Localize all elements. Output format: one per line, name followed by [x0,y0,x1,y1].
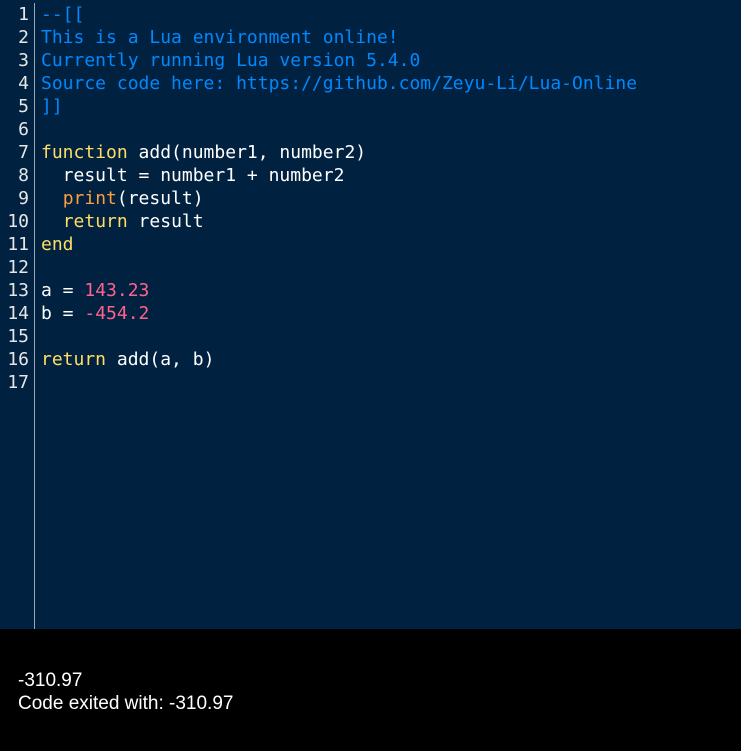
line-number: 6 [18,119,29,140]
code-line[interactable]: ]] [41,95,741,118]
code-line[interactable]: This is a Lua environment online! [41,26,741,49]
console-output-line: Code exited with: -310.97 [18,693,234,714]
code-token-keyword: function [41,142,128,163]
line-number: 1 [18,4,29,25]
code-token-keyword: return [41,349,107,370]
line-number: 14 [7,303,29,324]
code-line[interactable]: end [41,233,741,256]
code-line[interactable] [41,371,741,394]
code-area[interactable]: --[[This is a Lua environment online! Cur… [41,3,741,394]
code-token-plain: b = [41,303,85,324]
code-token-plain: result [127,211,204,232]
line-number: 9 [18,188,29,209]
code-token-comment: --[[ [41,4,85,25]
code-line[interactable]: result = number1 + number2 [41,164,741,187]
line-number: 4 [18,73,29,94]
output-console: -310.97 Code exited with: -310.97 [0,629,741,751]
code-line[interactable] [41,325,741,348]
console-output-line: -310.97 [18,670,83,691]
line-number: 15 [7,326,29,347]
line-number: 12 [7,257,29,278]
code-token-comment: ]] [41,96,63,117]
code-line[interactable]: return result [41,210,741,233]
code-token-number: -454.2 [84,303,150,324]
code-token-plain: a = [41,280,85,301]
line-number: 2 [18,27,29,48]
code-line[interactable]: return add(a, b) [41,348,741,371]
line-number: 7 [18,142,29,163]
line-number: 13 [7,280,29,301]
code-line[interactable]: --[[ [41,3,741,26]
code-token-comment: Currently running Lua version 5.4.0 [41,50,421,71]
line-number: 11 [7,234,29,255]
line-number-gutter: 1 2 3 4 5 6 7 8 9 10 11 12 13 14 15 16 17 [0,3,35,629]
code-line[interactable]: a = 143.23 [41,279,741,302]
code-line[interactable]: b = -454.2 [41,302,741,325]
line-number: 3 [18,50,29,71]
code-token-number: 143.23 [84,280,150,301]
code-token-keyword: return [62,211,128,232]
code-token-plain: add(a, b) [106,349,215,370]
line-number: 17 [7,372,29,393]
code-line[interactable] [41,118,741,141]
code-line[interactable]: Currently running Lua version 5.4.0 [41,49,741,72]
code-token-comment: This is a Lua environment online! [41,27,399,48]
line-number: 10 [7,211,29,232]
code-editor[interactable]: 1 2 3 4 5 6 7 8 9 10 11 12 13 14 15 16 17 --[[This is a … [0,0,741,629]
line-number: 8 [18,165,29,186]
code-token-keyword: end [41,234,74,255]
code-line[interactable] [41,256,741,279]
code-token-plain: add(number1, number2) [127,142,367,163]
code-line[interactable]: print(result) [41,187,741,210]
code-line[interactable]: function add(number1, number2) [41,141,741,164]
code-token-plain: (result) [116,188,204,209]
code-token-plain: result = number1 + number2 [41,165,345,186]
code-line[interactable]: Source code here: https://github.com/Zey… [41,72,741,95]
line-number: 16 [7,349,29,370]
line-number: 5 [18,96,29,117]
code-token-builtin: print [62,188,117,209]
code-token-comment: Source code here: https://github.com/Zey… [41,73,638,94]
